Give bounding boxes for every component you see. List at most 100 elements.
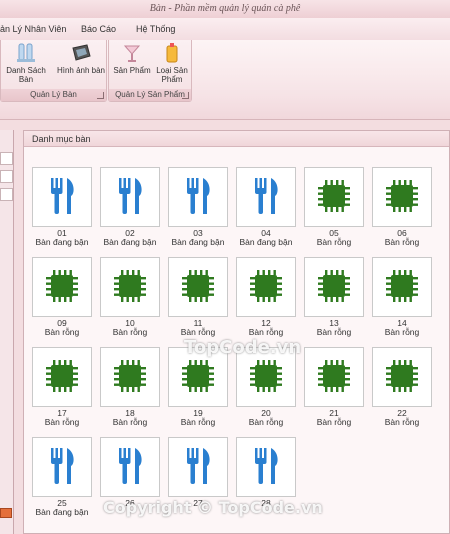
table-tile[interactable]: 12 Bàn rỗng xyxy=(236,257,296,337)
table-image[interactable] xyxy=(304,167,364,227)
table-status: Bàn rỗng xyxy=(44,417,80,427)
fork-knife-icon xyxy=(181,446,215,489)
table-image[interactable] xyxy=(168,257,228,317)
table-image[interactable] xyxy=(304,257,364,317)
left-panel-field[interactable] xyxy=(0,152,13,165)
table-image[interactable] xyxy=(372,167,432,227)
chip-icon xyxy=(246,266,286,309)
table-status: Bàn đang bận xyxy=(35,237,89,247)
loai-san-pham-button[interactable]: Loại Sản Phẩm xyxy=(153,42,191,84)
left-panel-field[interactable] xyxy=(0,170,13,183)
table-tile[interactable]: 14 Bàn rỗng xyxy=(372,257,432,337)
menu-he-thong[interactable]: Hệ Thống xyxy=(136,24,175,34)
hinh-anh-ban-button[interactable]: Hình ảnh bàn xyxy=(55,42,107,75)
group-label-quan-ly-san-pham: Quản Lý Sản Phẩm xyxy=(109,89,191,101)
group-launcher-icon[interactable] xyxy=(97,92,104,99)
ribbon-group-quan-ly-ban: Danh Sách Bàn Hình ảnh bàn Quản Lý Bàn xyxy=(0,40,107,102)
table-status: Bàn rỗng xyxy=(112,417,148,427)
table-tile[interactable]: 26 xyxy=(100,437,160,508)
menu-bar: ản Lý Nhân Viên Báo Cáo Hệ Thống xyxy=(0,18,450,40)
table-image[interactable] xyxy=(236,347,296,407)
table-tile[interactable]: 27 xyxy=(168,437,228,508)
menu-quan-ly-nhan-vien[interactable]: ản Lý Nhân Viên xyxy=(0,24,66,34)
chip-icon xyxy=(314,176,354,219)
table-image[interactable] xyxy=(32,347,92,407)
table-tile[interactable]: 03 Bàn đang bận xyxy=(168,167,228,247)
table-status: Bàn rỗng xyxy=(384,327,420,337)
chip-icon xyxy=(382,356,422,399)
table-status: Bàn rỗng xyxy=(180,417,216,427)
san-pham-label: Sản Phẩm xyxy=(113,66,151,75)
table-status: Bàn rỗng xyxy=(248,327,284,337)
window-title: Bàn - Phần mềm quản lý quán cà phê xyxy=(0,0,450,18)
table-tile[interactable]: 10 Bàn rỗng xyxy=(100,257,160,337)
pham-label: Phẩm xyxy=(161,75,183,84)
table-tile[interactable]: 01 Bàn đang bận xyxy=(32,167,92,247)
chip-icon xyxy=(314,356,354,399)
table-image[interactable] xyxy=(236,257,296,317)
table-tile[interactable]: 18 Bàn rỗng xyxy=(100,347,160,427)
table-image[interactable] xyxy=(100,257,160,317)
table-status: Bàn đang bận xyxy=(171,237,225,247)
table-image[interactable] xyxy=(168,167,228,227)
table-status: Bàn rỗng xyxy=(316,417,352,427)
table-status: Bàn rỗng xyxy=(112,327,148,337)
table-image[interactable] xyxy=(304,347,364,407)
group-label-quan-ly-ban: Quản Lý Bàn xyxy=(1,89,106,101)
table-tile[interactable]: 21 Bàn rỗng xyxy=(304,347,364,427)
table-tile[interactable]: 11 Bàn rỗng xyxy=(168,257,228,337)
table-tile[interactable]: 28 xyxy=(236,437,296,508)
fork-knife-icon xyxy=(113,176,147,219)
mail-icon[interactable] xyxy=(0,508,12,518)
table-status: Bàn đang bận xyxy=(35,507,89,517)
table-image[interactable] xyxy=(236,167,296,227)
san-pham-button[interactable]: Sản Phẩm xyxy=(111,42,153,75)
table-number: 26 xyxy=(125,498,135,508)
group-launcher-icon[interactable] xyxy=(182,92,189,99)
chip-icon xyxy=(178,356,218,399)
chip-icon xyxy=(314,266,354,309)
table-image[interactable] xyxy=(168,437,228,497)
picture-icon xyxy=(70,42,92,64)
fork-knife-icon xyxy=(249,176,283,219)
table-image[interactable] xyxy=(100,437,160,497)
table-panel: Danh mục bàn 01 Bàn đang bận 02 Bàn đang bậ… xyxy=(23,130,450,534)
table-tile[interactable]: 20 Bàn rỗng xyxy=(236,347,296,427)
table-tile[interactable]: 09 Bàn rỗng xyxy=(32,257,92,337)
table-tile[interactable]: 06 Bàn rỗng xyxy=(372,167,432,247)
table-image[interactable] xyxy=(32,257,92,317)
table-status: Bàn rỗng xyxy=(316,327,352,337)
left-panel-dropdown[interactable] xyxy=(0,188,13,201)
chip-icon xyxy=(110,356,150,399)
table-tile[interactable]: 19 Bàn rỗng xyxy=(168,347,228,427)
table-tile[interactable]: 02 Bàn đang bận xyxy=(100,167,160,247)
ribbon: Danh Sách Bàn Hình ảnh bàn Quản Lý Bàn S… xyxy=(0,40,450,120)
menu-bao-cao[interactable]: Báo Cáo xyxy=(81,24,116,34)
hinh-anh-ban-label: Hình ảnh bàn xyxy=(56,66,106,75)
fork-knife-icon xyxy=(181,176,215,219)
table-tile[interactable]: 17 Bàn rỗng xyxy=(32,347,92,427)
table-image[interactable] xyxy=(100,347,160,407)
cocktail-icon xyxy=(121,42,143,64)
fork-knife-icon xyxy=(45,176,79,219)
table-tile[interactable]: 13 Bàn rỗng xyxy=(304,257,364,337)
danh-sach-ban-button[interactable]: Danh Sách Bàn xyxy=(1,42,51,84)
fork-knife-icon xyxy=(45,446,79,489)
chip-icon xyxy=(382,176,422,219)
table-image[interactable] xyxy=(236,437,296,497)
table-image[interactable] xyxy=(32,437,92,497)
danh-sach-ban-label: Danh Sách Bàn xyxy=(6,66,46,84)
table-image[interactable] xyxy=(372,347,432,407)
table-tile[interactable]: 25 Bàn đang bận xyxy=(32,437,92,517)
table-image[interactable] xyxy=(32,167,92,227)
table-tile[interactable]: 22 Bàn rỗng xyxy=(372,347,432,427)
table-image[interactable] xyxy=(372,257,432,317)
chip-icon xyxy=(382,266,422,309)
table-image[interactable] xyxy=(100,167,160,227)
table-tile[interactable]: 04 Bàn đang bận xyxy=(236,167,296,247)
ribbon-group-quan-ly-san-pham: Sản Phẩm Loại Sản Phẩm Quản Lý Sản Phẩm xyxy=(108,40,192,102)
table-tile[interactable]: 05 Bàn rỗng xyxy=(304,167,364,247)
table-status: Bàn rỗng xyxy=(316,237,352,247)
fork-knife-icon xyxy=(249,446,283,489)
table-image[interactable] xyxy=(168,347,228,407)
